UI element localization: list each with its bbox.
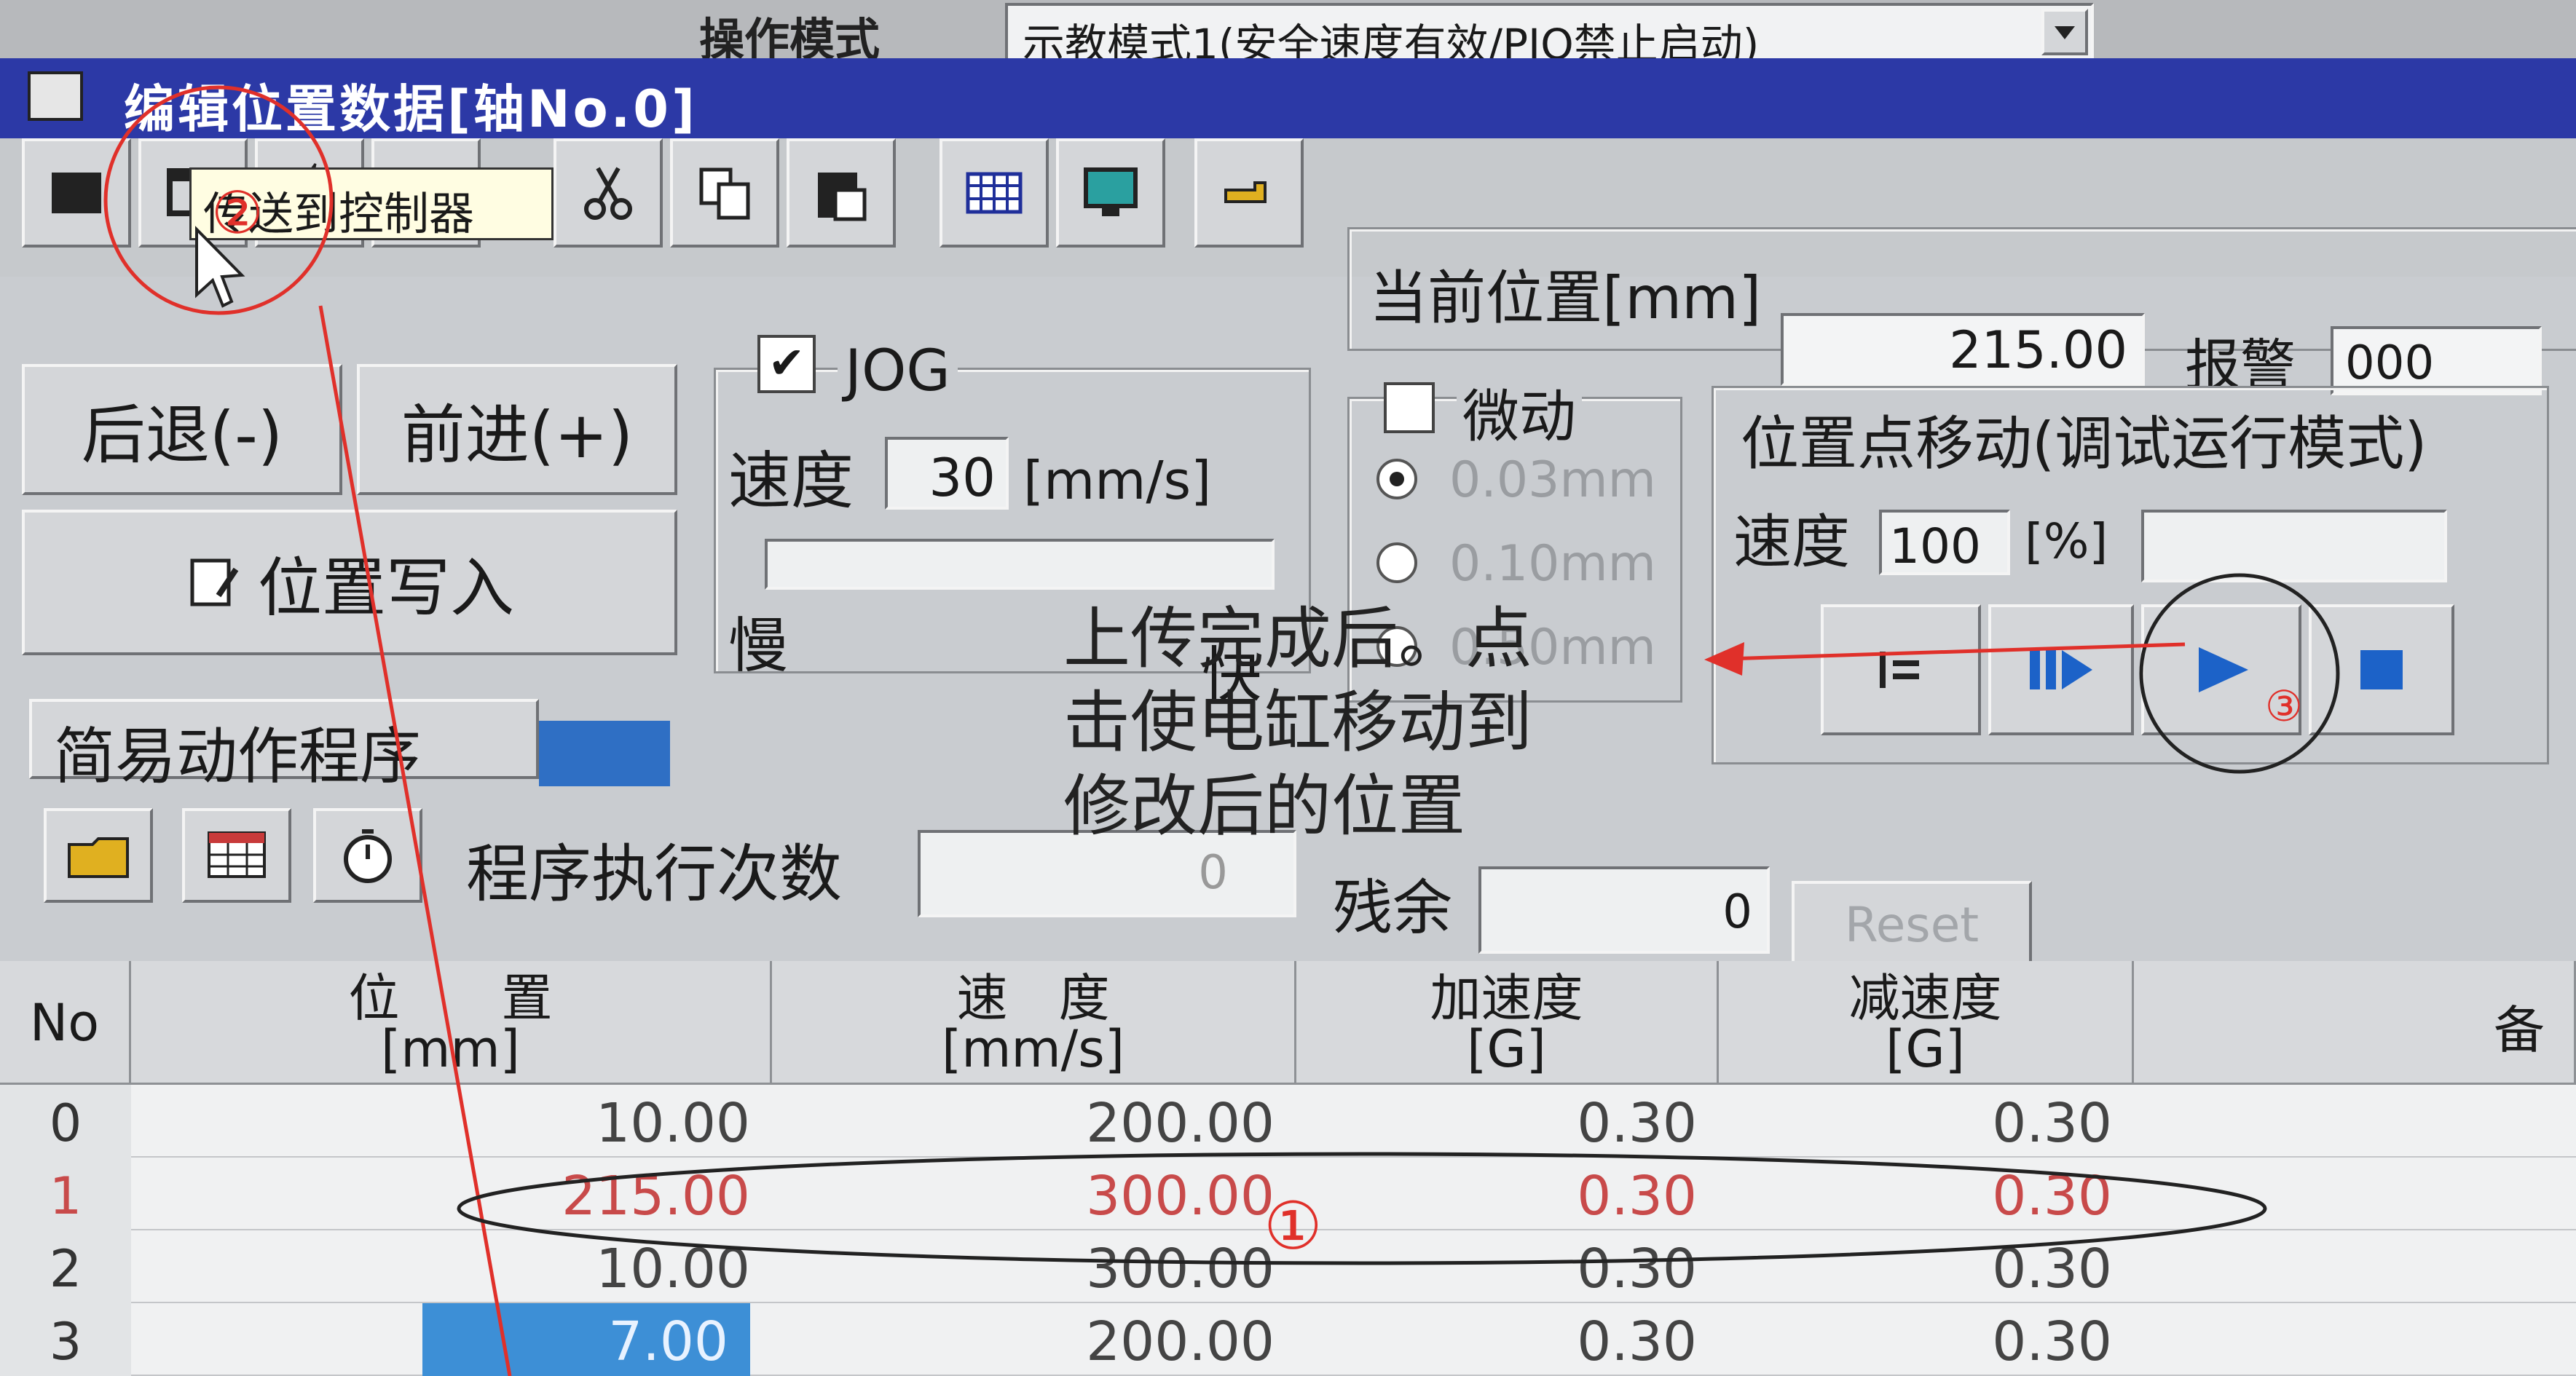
monitor-icon[interactable]	[1056, 138, 1165, 248]
table-edit-icon[interactable]	[182, 808, 291, 903]
position-move-speed-unit: [%]	[2025, 513, 2108, 569]
col-position-title: 位 置	[348, 968, 553, 1028]
col-decel-title: 减速度	[1848, 968, 2002, 1028]
position-move-title: 位置点移动(调试运行模式)	[1741, 410, 2427, 478]
speed-cell[interactable]: 200.00	[772, 1303, 1296, 1376]
step-icon	[1880, 652, 1919, 688]
table-row[interactable]: 3 7.00 200.00 0.30 0.30	[0, 1303, 2576, 1376]
simple-program-tab[interactable]: 简易动作程序	[29, 699, 539, 792]
tab-indicator	[539, 721, 670, 786]
write-icon	[190, 558, 239, 606]
fine-value-1: 0.03mm	[1449, 451, 1656, 509]
accel-cell[interactable]: 0.30	[1296, 1303, 1719, 1376]
cut-icon[interactable]	[554, 138, 663, 248]
fine-value-2: 0.10mm	[1449, 535, 1656, 593]
row-no: 2	[0, 1230, 131, 1303]
play-button[interactable]	[2141, 604, 2301, 735]
position-move-slider[interactable]	[2141, 510, 2447, 582]
col-position-header: 位 置 [mm]	[131, 961, 772, 1085]
remain-value: 0	[1478, 866, 1770, 954]
continue-button[interactable]	[1988, 604, 2134, 735]
pause-play-icon	[2030, 650, 2092, 689]
note-line-1: 上传完成后。点	[1063, 600, 1533, 678]
position-table: No 位 置 [mm] 速 度 [mm/s] 加速度 [G] 减速度 [G] 备…	[0, 961, 2576, 1376]
position-move-speed-label: 速度	[1733, 508, 1850, 576]
stop-icon	[2360, 650, 2403, 689]
decel-cell[interactable]: 0.30	[1719, 1158, 2134, 1230]
step-button[interactable]	[1821, 604, 1981, 735]
open-folder-icon[interactable]	[44, 808, 153, 903]
jog-back-button[interactable]: 后退(-)	[22, 364, 342, 495]
speed-cell[interactable]: 300.00	[772, 1158, 1296, 1230]
fine-radio-1[interactable]	[1376, 459, 1417, 499]
speed-cell[interactable]: 300.00	[772, 1230, 1296, 1303]
table-row[interactable]: 1 215.00 300.00 0.30 0.30	[0, 1158, 2576, 1230]
col-no-header: No	[0, 961, 131, 1085]
accel-cell[interactable]: 0.30	[1296, 1158, 1719, 1230]
save-icon[interactable]	[22, 138, 131, 248]
current-position-value: 215.00	[1781, 313, 2145, 386]
col-accel-title: 加速度	[1430, 968, 1583, 1028]
table-row[interactable]: 2 10.00 300.00 0.30 0.30	[0, 1230, 2576, 1303]
play-icon	[2199, 647, 2248, 692]
note-line-3: 修改后的位置	[1063, 767, 1466, 845]
timer-icon[interactable]	[313, 808, 422, 903]
row-no: 1	[0, 1158, 131, 1230]
grid-icon[interactable]	[940, 138, 1049, 248]
position-write-button[interactable]: 位置写入	[22, 510, 677, 655]
col-position-unit: [mm]	[381, 1019, 520, 1079]
position-cell-selected[interactable]: 7.00	[422, 1303, 750, 1376]
remain-label: 残余	[1333, 874, 1453, 943]
fine-radio-2[interactable]	[1376, 542, 1417, 583]
jog-forward-button[interactable]: 前进(+)	[357, 364, 677, 495]
window-title-bar: 编辑位置数据[轴No.0]	[0, 58, 2576, 139]
jog-speed-label: 速度	[728, 445, 854, 518]
accel-cell[interactable]: 0.30	[1296, 1085, 1719, 1158]
paste-icon[interactable]	[787, 138, 896, 248]
jog-label: JOG	[838, 339, 958, 404]
col-speed-title: 速 度	[956, 968, 1110, 1028]
decel-cell[interactable]: 0.30	[1719, 1303, 2134, 1376]
jog-checkbox[interactable]: ✔	[757, 335, 816, 393]
annotation-note: 上传完成后。点 击使电缸移动到 修改后的位置	[1063, 597, 1617, 848]
mode-select[interactable]: 示教模式1(安全速度有效/PIO禁止启动)	[1005, 3, 2094, 69]
exec-count-label: 程序执行次数	[466, 838, 842, 911]
position-move-speed-input[interactable]: 100	[1879, 510, 2010, 575]
fine-move-label: 微动	[1457, 371, 1583, 453]
accel-cell[interactable]: 0.30	[1296, 1230, 1719, 1303]
speed-cell[interactable]: 200.00	[772, 1085, 1296, 1158]
jog-speed-slider[interactable]	[765, 539, 1275, 590]
table-row[interactable]: 0 10.00 200.00 0.30 0.30	[0, 1085, 2576, 1158]
slow-label: 慢	[728, 612, 789, 681]
col-decel-header: 减速度 [G]	[1719, 961, 2134, 1085]
alarm-value: 000	[2331, 326, 2542, 395]
fine-move-checkbox[interactable]	[1384, 382, 1435, 433]
row-no: 3	[0, 1303, 131, 1376]
col-speed-header: 速 度 [mm/s]	[772, 961, 1296, 1085]
jog-speed-unit: [mm/s]	[1023, 450, 1212, 511]
decel-cell[interactable]: 0.30	[1719, 1230, 2134, 1303]
reset-button[interactable]: Reset	[1792, 881, 2032, 968]
position-cell[interactable]: 10.00	[131, 1230, 772, 1303]
copy-icon[interactable]	[670, 138, 779, 248]
col-accel-header: 加速度 [G]	[1296, 961, 1719, 1085]
col-speed-unit: [mm/s]	[941, 1019, 1125, 1079]
col-decel-unit: [G]	[1886, 1019, 1965, 1079]
row-no: 0	[0, 1085, 131, 1158]
position-cell[interactable]: 10.00	[131, 1085, 772, 1158]
decel-cell[interactable]: 0.30	[1719, 1085, 2134, 1158]
window-icon	[28, 71, 83, 121]
col-accel-unit: [G]	[1467, 1019, 1546, 1079]
stop-button[interactable]	[2309, 604, 2454, 735]
current-position-label: 当前位置[mm]	[1369, 264, 1762, 332]
position-write-label: 位置写入	[257, 550, 514, 625]
window-title: 编辑位置数据[轴No.0]	[124, 79, 698, 139]
hand-pointer-icon[interactable]	[1194, 138, 1304, 248]
note-line-2: 击使电缸移动到	[1063, 684, 1533, 762]
chevron-down-icon[interactable]	[2041, 9, 2088, 55]
tooltip: 传送到控制器	[189, 167, 554, 240]
jog-speed-input[interactable]: 30	[885, 437, 1009, 510]
position-cell[interactable]: 215.00	[131, 1158, 772, 1230]
col-remark-header: 备	[2134, 961, 2576, 1085]
